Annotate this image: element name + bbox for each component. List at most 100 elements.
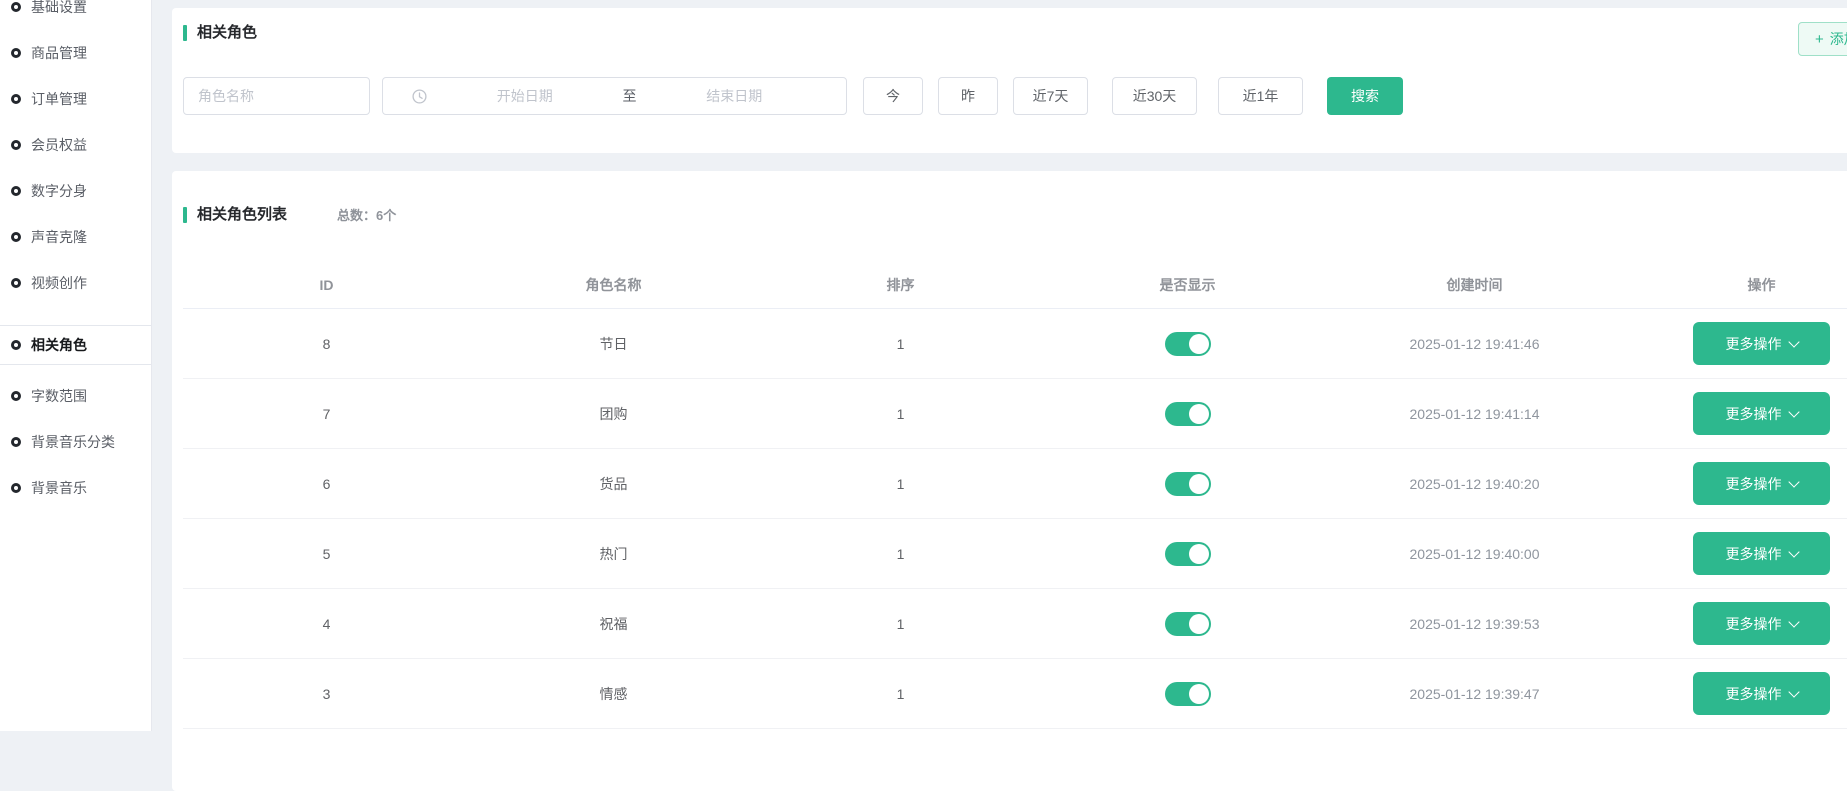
total-value: 6个 — [376, 208, 396, 223]
accent-bar — [183, 25, 187, 41]
cell-actions: 更多操作 — [1618, 602, 1847, 645]
end-date-placeholder[interactable]: 结束日期 — [637, 86, 833, 106]
sidebar-item-8[interactable]: 字数范围 — [0, 373, 151, 419]
sidebar-item-9[interactable]: 背景音乐分类 — [0, 419, 151, 465]
sidebar-item-label: 数字分身 — [31, 181, 87, 201]
cell-id: 4 — [183, 616, 470, 632]
radio-circle-icon — [11, 48, 21, 58]
cell-id: 7 — [183, 406, 470, 422]
cell-id: 8 — [183, 336, 470, 352]
sidebar-item-3[interactable]: 会员权益 — [0, 122, 151, 168]
radio-circle-icon — [11, 278, 21, 288]
more-actions-label: 更多操作 — [1726, 684, 1782, 704]
more-actions-label: 更多操作 — [1726, 544, 1782, 564]
cell-visible — [1044, 612, 1331, 636]
column-header: 创建时间 — [1331, 275, 1618, 295]
sidebar-item-7[interactable]: 相关角色 — [0, 325, 151, 365]
role-name-input[interactable] — [183, 77, 370, 115]
visibility-toggle[interactable] — [1165, 542, 1211, 566]
clock-icon — [412, 89, 427, 104]
cell-sort: 1 — [757, 406, 1044, 422]
list-card: 相关角色列表 总数：6个 ID 角色名称 排序 是否显示 创建时间 操作 8 节… — [172, 171, 1847, 791]
quick-filter-buttons: 今 昨 近7天 近30天 近1年 — [847, 77, 1303, 115]
cell-visible — [1044, 472, 1331, 496]
roles-table: ID 角色名称 排序 是否显示 创建时间 操作 8 节日 1 2025-01-1… — [183, 261, 1847, 729]
sidebar: 基础设置 商品管理 订单管理 会员权益 数字分身 声音克隆 视频创作 相关角色 … — [0, 0, 152, 731]
visibility-toggle[interactable] — [1165, 472, 1211, 496]
table-row: 6 货品 1 2025-01-12 19:40:20 更多操作 — [183, 449, 1847, 519]
cell-id: 6 — [183, 476, 470, 492]
add-button[interactable]: + 添加 — [1798, 22, 1847, 56]
sidebar-item-5[interactable]: 声音克隆 — [0, 214, 151, 260]
cell-actions: 更多操作 — [1618, 392, 1847, 435]
more-actions-button[interactable]: 更多操作 — [1693, 392, 1830, 435]
visibility-toggle[interactable] — [1165, 612, 1211, 636]
sidebar-item-label: 订单管理 — [31, 89, 87, 109]
column-header: 角色名称 — [470, 275, 757, 295]
visibility-toggle[interactable] — [1165, 402, 1211, 426]
more-actions-button[interactable]: 更多操作 — [1693, 672, 1830, 715]
sidebar-item-label: 会员权益 — [31, 135, 87, 155]
cell-created-time: 2025-01-12 19:41:46 — [1331, 336, 1618, 352]
search-button[interactable]: 搜索 — [1327, 77, 1403, 115]
sidebar-menu: 基础设置 商品管理 订单管理 会员权益 数字分身 声音克隆 视频创作 相关角色 … — [0, 0, 151, 511]
quick-filter-button[interactable]: 近7天 — [1013, 77, 1088, 115]
quick-filter-button[interactable]: 近30天 — [1112, 77, 1197, 115]
cell-role-name: 团购 — [470, 404, 757, 424]
quick-filter-button[interactable]: 近1年 — [1218, 77, 1303, 115]
sidebar-item-6[interactable]: 视频创作 — [0, 260, 151, 306]
sidebar-item-label: 视频创作 — [31, 273, 87, 293]
more-actions-label: 更多操作 — [1726, 334, 1782, 354]
cell-role-name: 祝福 — [470, 614, 757, 634]
cell-role-name: 货品 — [470, 474, 757, 494]
date-range-picker[interactable]: 开始日期 至 结束日期 — [382, 77, 847, 115]
cell-role-name: 节日 — [470, 334, 757, 354]
sidebar-item-0[interactable]: 基础设置 — [0, 0, 151, 30]
toggle-knob — [1189, 684, 1209, 704]
cell-sort: 1 — [757, 336, 1044, 352]
sidebar-item-label: 背景音乐 — [31, 478, 87, 498]
more-actions-label: 更多操作 — [1726, 474, 1782, 494]
table-row: 5 热门 1 2025-01-12 19:40:00 更多操作 — [183, 519, 1847, 589]
cell-sort: 1 — [757, 476, 1044, 492]
sidebar-item-label: 商品管理 — [31, 43, 87, 63]
chevron-down-icon — [1788, 476, 1799, 487]
cell-visible — [1044, 682, 1331, 706]
more-actions-button[interactable]: 更多操作 — [1693, 602, 1830, 645]
column-header: ID — [183, 277, 470, 293]
quick-filter-button[interactable]: 今 — [863, 77, 923, 115]
sidebar-item-4[interactable]: 数字分身 — [0, 168, 151, 214]
sidebar-item-10[interactable]: 背景音乐 — [0, 465, 151, 511]
chevron-down-icon — [1788, 546, 1799, 557]
visibility-toggle[interactable] — [1165, 332, 1211, 356]
more-actions-button[interactable]: 更多操作 — [1693, 322, 1830, 365]
toggle-knob — [1189, 334, 1209, 354]
cell-actions: 更多操作 — [1618, 672, 1847, 715]
table-body: 8 节日 1 2025-01-12 19:41:46 更多操作 7 团购 1 2… — [183, 309, 1847, 729]
cell-created-time: 2025-01-12 19:41:14 — [1331, 406, 1618, 422]
cell-role-name: 情感 — [470, 684, 757, 704]
add-button-label: 添加 — [1830, 29, 1847, 49]
cell-id: 3 — [183, 686, 470, 702]
sidebar-item-label: 背景音乐分类 — [31, 432, 115, 452]
sidebar-item-2[interactable]: 订单管理 — [0, 76, 151, 122]
toggle-knob — [1189, 404, 1209, 424]
toggle-knob — [1189, 474, 1209, 494]
radio-circle-icon — [11, 186, 21, 196]
cell-sort: 1 — [757, 546, 1044, 562]
more-actions-button[interactable]: 更多操作 — [1693, 462, 1830, 505]
more-actions-button[interactable]: 更多操作 — [1693, 532, 1830, 575]
quick-filter-button[interactable]: 昨 — [938, 77, 998, 115]
sidebar-item-1[interactable]: 商品管理 — [0, 30, 151, 76]
cell-created-time: 2025-01-12 19:40:00 — [1331, 546, 1618, 562]
sidebar-item-label: 声音克隆 — [31, 227, 87, 247]
start-date-placeholder[interactable]: 开始日期 — [427, 86, 623, 106]
cell-created-time: 2025-01-12 19:39:47 — [1331, 686, 1618, 702]
cell-created-time: 2025-01-12 19:39:53 — [1331, 616, 1618, 632]
cell-sort: 1 — [757, 686, 1044, 702]
visibility-toggle[interactable] — [1165, 682, 1211, 706]
sidebar-item-label: 基础设置 — [31, 0, 87, 17]
cell-actions: 更多操作 — [1618, 462, 1847, 505]
page-title: 相关角色 — [197, 25, 257, 41]
cell-actions: 更多操作 — [1618, 532, 1847, 575]
